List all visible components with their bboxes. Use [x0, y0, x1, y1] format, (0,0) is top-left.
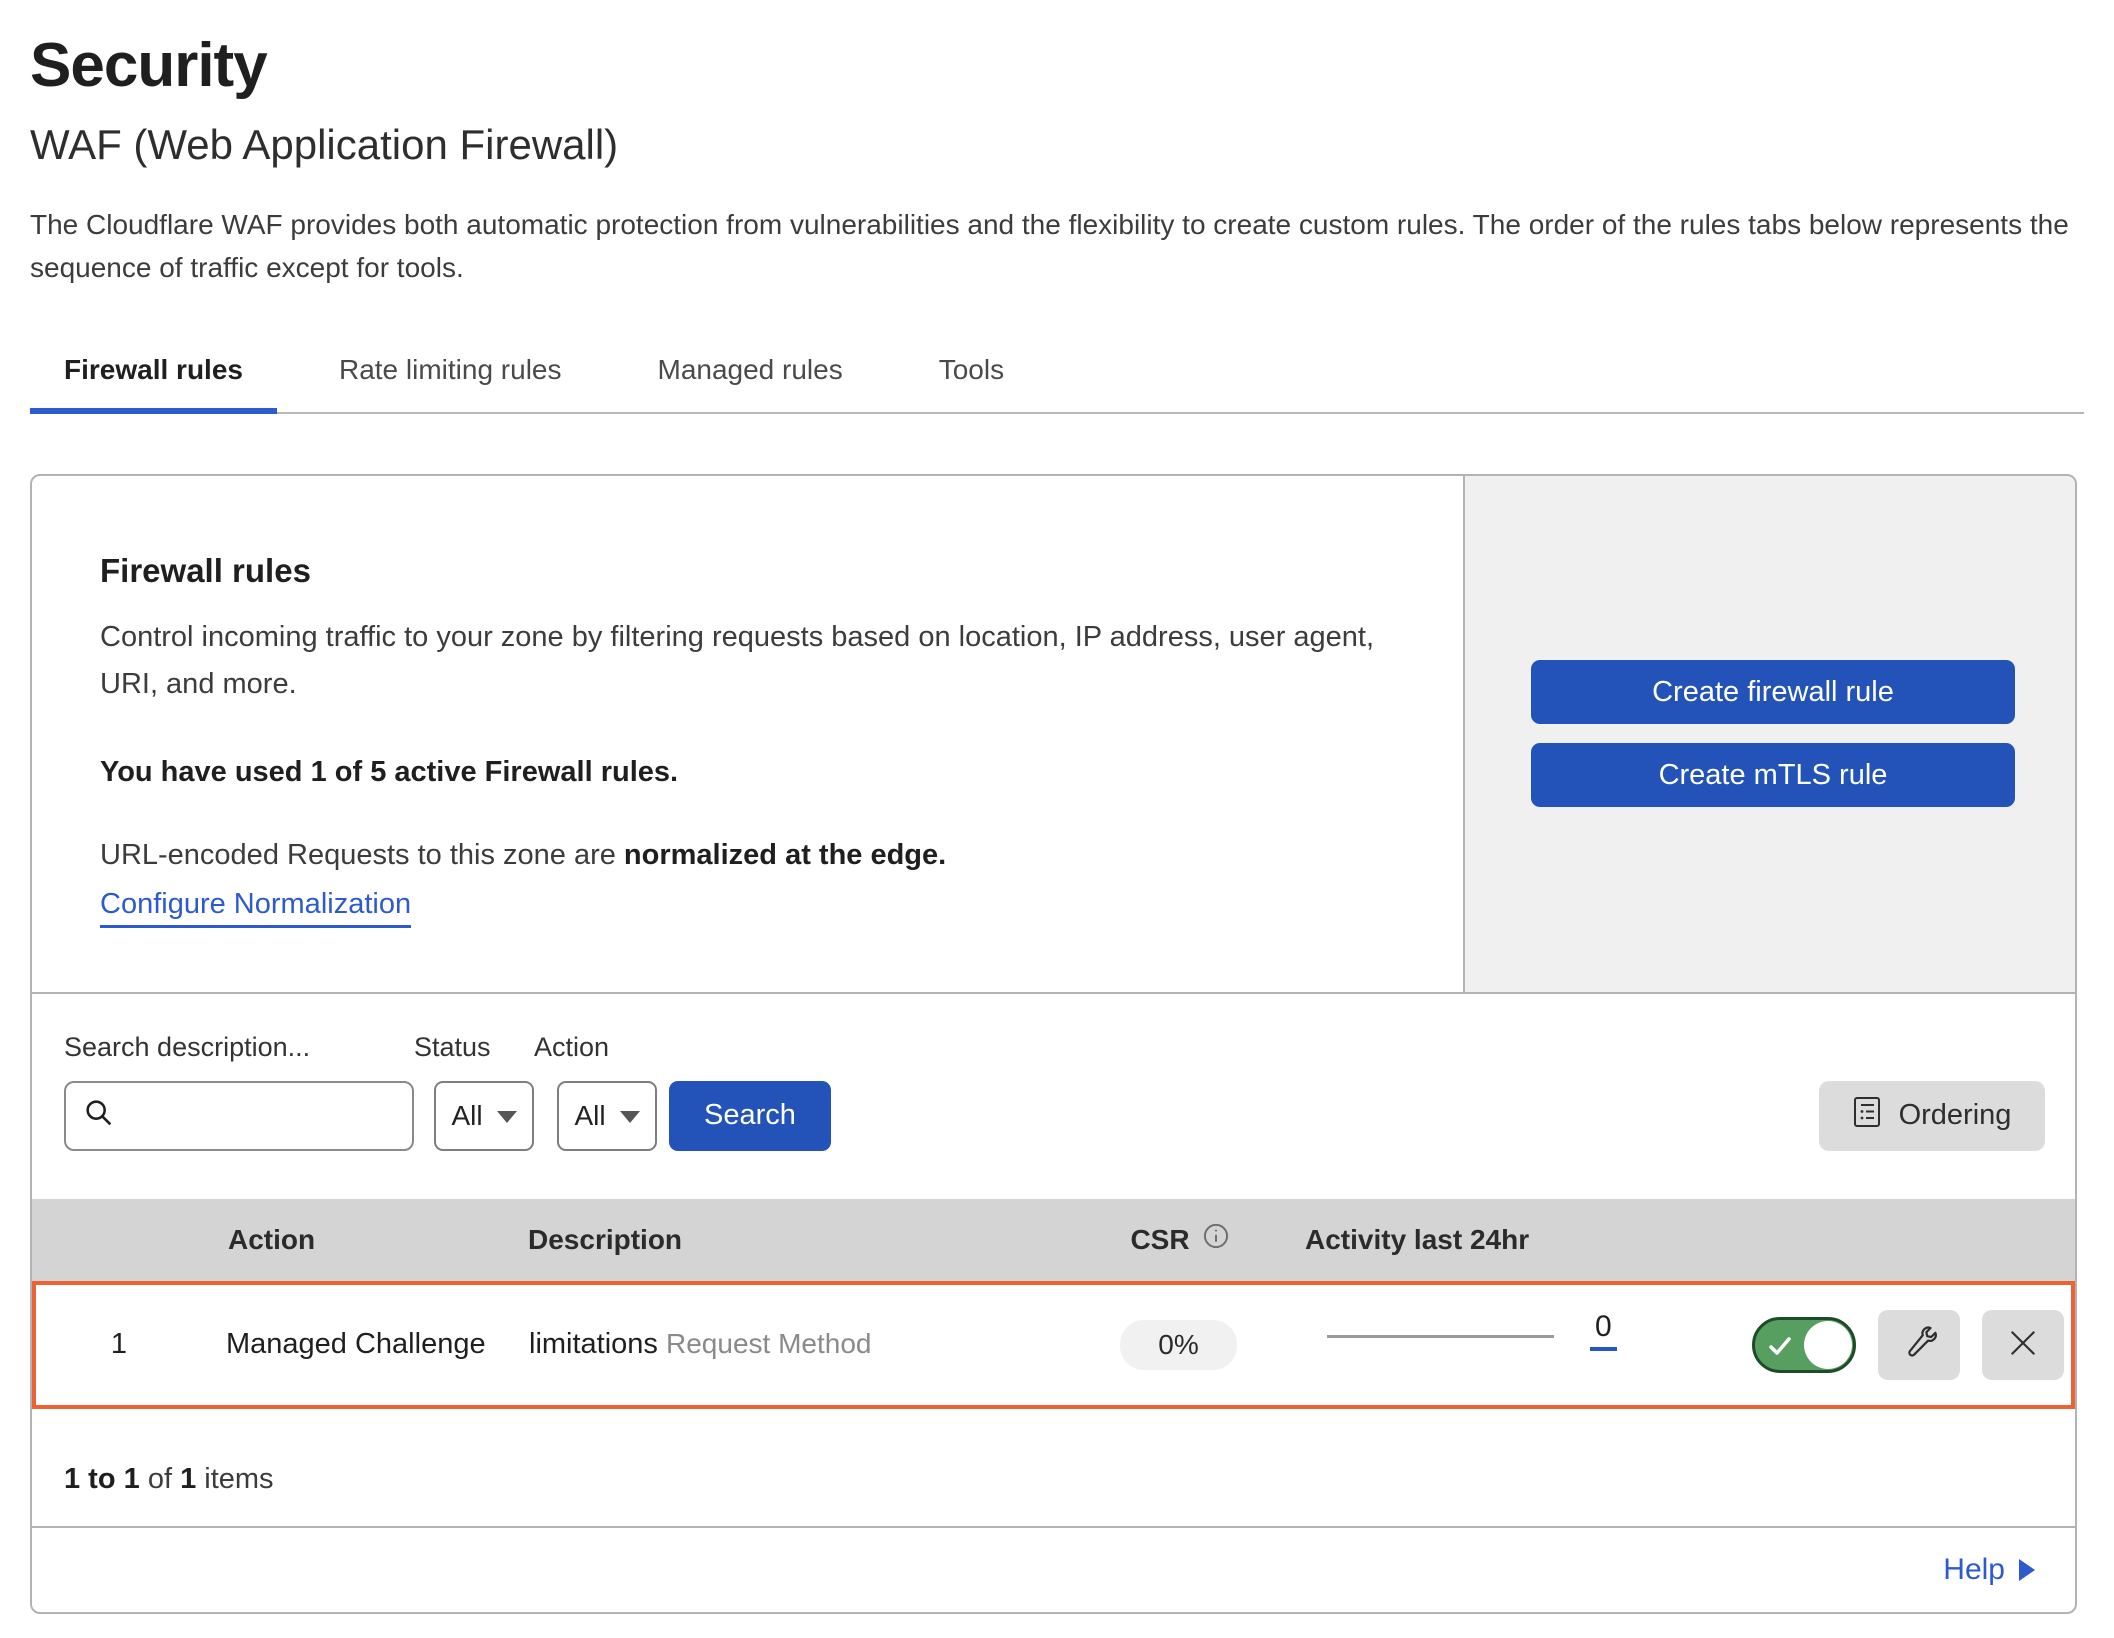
firewall-rules-info-text: Firewall rules Control incoming traffic … — [32, 476, 1463, 992]
card-footer: Help — [32, 1526, 2075, 1612]
rule-expression-summary: Request Method — [666, 1328, 871, 1359]
search-icon — [82, 1096, 116, 1135]
activity-sparkline — [1327, 1335, 1554, 1338]
search-input[interactable] — [128, 1100, 396, 1132]
configure-normalization-link[interactable]: Configure Normalization — [100, 888, 411, 928]
rule-enabled-toggle[interactable] — [1752, 1317, 1856, 1373]
status-dropdown-value: All — [451, 1100, 482, 1132]
arrow-right-icon — [2019, 1559, 2035, 1581]
rule-action: Managed Challenge — [202, 1328, 501, 1361]
info-icon[interactable] — [1202, 1222, 1230, 1257]
action-column-header: Action — [200, 1224, 500, 1256]
status-dropdown[interactable]: All — [434, 1081, 534, 1151]
search-button[interactable]: Search — [669, 1081, 831, 1151]
status-label: Status — [414, 1032, 534, 1063]
toggle-knob — [1804, 1321, 1852, 1369]
tab-firewall-rules[interactable]: Firewall rules — [30, 354, 277, 412]
tab-rate-limiting-rules[interactable]: Rate limiting rules — [305, 354, 596, 412]
page-description: The Cloudflare WAF provides both automat… — [30, 203, 2084, 290]
normalization-text: URL-encoded Requests to this zone are no… — [100, 839, 1393, 872]
table-row: 1 Managed Challenge limitations Request … — [36, 1285, 2071, 1405]
firewall-rules-card: Firewall rules Control incoming traffic … — [30, 474, 2077, 1614]
edit-rule-button[interactable] — [1878, 1310, 1960, 1380]
waf-tab-bar: Firewall rules Rate limiting rules Manag… — [30, 354, 2084, 414]
pagination-summary: 1 to 1 of 1 items — [32, 1409, 2075, 1526]
create-mtls-rule-button[interactable]: Create mTLS rule — [1531, 743, 2015, 807]
csr-column-header: CSR — [1055, 1222, 1305, 1257]
rule-csr-cell: 0% — [1054, 1320, 1303, 1370]
tab-managed-rules[interactable]: Managed rules — [624, 354, 877, 412]
wrench-icon — [1901, 1325, 1937, 1364]
card-heading: Firewall rules — [100, 552, 1393, 590]
description-column-header: Description — [500, 1224, 1055, 1256]
action-dropdown-value: All — [574, 1100, 605, 1132]
status-group: Status All — [414, 1032, 534, 1151]
firewall-rules-info-section: Firewall rules Control incoming traffic … — [32, 476, 2075, 994]
usage-text: You have used 1 of 5 active Firewall rul… — [100, 756, 1393, 789]
rule-row-highlight: 1 Managed Challenge limitations Request … — [32, 1281, 2075, 1409]
page-title: Security — [30, 30, 2084, 101]
check-icon — [1768, 1335, 1794, 1359]
action-dropdown[interactable]: All — [557, 1081, 657, 1151]
rule-priority: 1 — [36, 1328, 202, 1361]
chevron-down-icon — [497, 1111, 517, 1123]
card-description: Control incoming traffic to your zone by… — [100, 614, 1393, 708]
tab-tools[interactable]: Tools — [905, 354, 1038, 412]
table-header: Action Description CSR Activity last 24h… — [32, 1199, 2075, 1281]
search-box — [64, 1081, 414, 1151]
csr-badge: 0% — [1120, 1320, 1236, 1370]
search-group: Search description... — [64, 1032, 414, 1151]
activity-column-header: Activity last 24hr — [1305, 1224, 1755, 1256]
action-group: Action All — [534, 1032, 657, 1151]
ordered-list-icon — [1853, 1096, 1883, 1136]
rule-description-cell: limitations Request Method — [501, 1328, 1054, 1361]
help-link[interactable]: Help — [1943, 1553, 2035, 1587]
action-label: Action — [534, 1032, 657, 1063]
rule-controls — [1752, 1310, 2071, 1380]
ordering-button[interactable]: Ordering — [1819, 1081, 2045, 1151]
close-icon — [2007, 1327, 2039, 1362]
page-subtitle: WAF (Web Application Firewall) — [30, 121, 2084, 169]
create-firewall-rule-button[interactable]: Create firewall rule — [1531, 660, 2015, 724]
create-rule-panel: Create firewall rule Create mTLS rule — [1463, 476, 2075, 992]
ordering-button-label: Ordering — [1899, 1099, 2012, 1132]
search-label: Search description... — [64, 1032, 414, 1063]
filter-bar: Search description... Status All Action — [32, 994, 2075, 1199]
chevron-down-icon — [620, 1111, 640, 1123]
rule-activity-cell: 0 — [1303, 1310, 1752, 1379]
delete-rule-button[interactable] — [1982, 1310, 2064, 1380]
rule-description: limitations — [529, 1328, 658, 1360]
activity-count-link[interactable]: 0 — [1590, 1310, 1617, 1351]
